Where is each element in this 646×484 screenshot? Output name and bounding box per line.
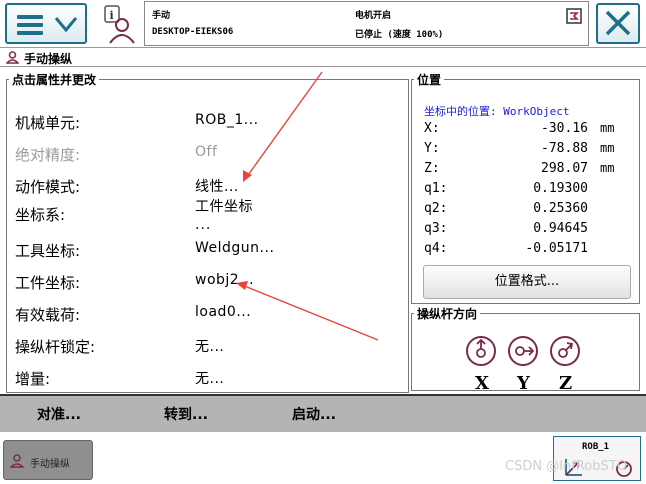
properties-legend: 点击属性并更改: [12, 73, 97, 87]
property-value-continuation: ...: [195, 217, 212, 233]
position-row-q2: q2: 0.25360: [424, 199, 634, 219]
mechanical-unit-label: ROB_1: [582, 442, 610, 452]
joystick-x-icon: [466, 336, 496, 366]
position-value: 0.94645: [533, 221, 588, 236]
property-label: 机械单元:: [15, 114, 81, 132]
position-value: -78.88: [541, 141, 588, 156]
position-key: q3:: [424, 221, 448, 236]
property-label: 工具坐标:: [15, 242, 81, 260]
position-format-button[interactable]: 位置格式...: [423, 265, 631, 299]
position-row-z: Z: 298.07 mm: [424, 159, 634, 179]
position-value: -30.16: [541, 121, 588, 136]
joystick-z-icon: [550, 336, 580, 366]
position-row-q3: q3: 0.94645: [424, 219, 634, 239]
property-value: Weldgun...: [195, 240, 275, 256]
activate-button[interactable]: 启动...: [292, 404, 336, 424]
property-label: 动作模式:: [15, 178, 81, 196]
joystick-direction-group: 操纵杆方向 X Y Z: [411, 305, 640, 394]
property-row-joystick-lock[interactable]: 操纵杆锁定: 无...: [15, 332, 405, 360]
properties-group: 点击属性并更改 机械单元: ROB_1... 绝对精度: Off 动作模式: 线…: [6, 71, 409, 393]
page-header: 手动操纵: [0, 47, 646, 67]
status-bar[interactable]: 手动 DESKTOP-EIEKS06 电机开启 已停止 (速度 100%): [144, 1, 589, 46]
jogging-task-label: 手动操纵: [30, 459, 70, 470]
event-log-icon[interactable]: [566, 8, 582, 24]
jogging-task-button[interactable]: 手动操纵: [3, 440, 93, 480]
command-bar: 对准... 转到... 启动...: [0, 394, 646, 432]
joystick-x-label: X: [475, 373, 489, 394]
svg-text:i: i: [110, 9, 114, 22]
position-key: X:: [424, 121, 440, 136]
property-value: wobj2...: [195, 272, 255, 288]
mode-text: 手动: [152, 11, 171, 21]
property-label: 增量:: [15, 370, 51, 388]
property-label: 有效载荷:: [15, 306, 81, 324]
position-frame-label: 坐标中的位置: WorkObject: [424, 105, 570, 118]
property-label: 工件坐标:: [15, 274, 81, 292]
property-label: 绝对精度:: [15, 146, 81, 164]
position-key: q4:: [424, 241, 448, 256]
joystick-legend: 操纵杆方向: [417, 307, 478, 321]
system-name-text: DESKTOP-EIEKS06: [152, 27, 234, 37]
operator-info-icon[interactable]: i: [97, 5, 139, 45]
program-state-text: 已停止 (速度 100%): [355, 30, 444, 40]
property-value: load0...: [195, 304, 252, 320]
property-value: ROB_1...: [195, 112, 259, 128]
property-value: Off: [195, 144, 218, 160]
jogging-icon: [6, 51, 19, 64]
property-value: 无...: [195, 371, 225, 387]
task-bar: 手动操纵 ROB_1: [0, 432, 646, 484]
property-row-mechanical-unit[interactable]: 机械单元: ROB_1...: [15, 108, 405, 136]
align-button[interactable]: 对准...: [37, 404, 81, 424]
joystick-y-label: Y: [517, 373, 530, 394]
position-key: q1:: [424, 181, 448, 196]
property-row-tool[interactable]: 工具坐标: Weldgun...: [15, 236, 405, 264]
property-row-absolute-accuracy: 绝对精度: Off: [15, 140, 405, 168]
hamburger-icon: [17, 15, 43, 35]
close-icon: [605, 10, 631, 36]
joystick-y-icon: [508, 336, 538, 366]
property-row-payload[interactable]: 有效载荷: load0...: [15, 300, 405, 328]
chevron-down-icon: [54, 17, 78, 33]
position-group: 位置 坐标中的位置: WorkObject X: -30.16 mm Y: -7…: [411, 71, 640, 304]
main-menu-button[interactable]: [5, 3, 87, 44]
property-row-coordinate-system[interactable]: 坐标系: 工件坐标 ...: [15, 196, 405, 236]
property-label: 操纵杆锁定:: [15, 338, 96, 356]
position-value: 0.19300: [533, 181, 588, 196]
position-value: -0.05171: [525, 241, 588, 256]
position-row-q1: q1: 0.19300: [424, 179, 634, 199]
position-legend: 位置: [417, 73, 442, 87]
position-row-x: X: -30.16 mm: [424, 119, 634, 139]
position-row-q4: q4: -0.05171: [424, 239, 634, 259]
property-row-increment[interactable]: 增量: 无...: [15, 364, 405, 392]
close-button[interactable]: [596, 3, 640, 44]
position-key: q2:: [424, 201, 448, 216]
position-key: Z:: [424, 161, 440, 176]
position-key: Y:: [424, 141, 440, 156]
jogging-icon: [10, 454, 24, 468]
position-value: 298.07: [541, 161, 588, 176]
property-value: 工件坐标: [195, 199, 253, 215]
goto-button[interactable]: 转到...: [164, 404, 208, 424]
joystick-z-label: Z: [559, 373, 573, 394]
position-unit: mm: [600, 161, 615, 175]
top-bar: i 手动 DESKTOP-EIEKS06 电机开启 已停止 (速度 100%): [0, 0, 646, 47]
page-title: 手动操纵: [24, 52, 73, 66]
jogging-panel: 点击属性并更改 机械单元: ROB_1... 绝对精度: Off 动作模式: 线…: [0, 67, 646, 394]
property-value: 无...: [195, 339, 225, 355]
property-row-work-object[interactable]: 工件坐标: wobj2...: [15, 268, 405, 296]
property-label: 坐标系:: [15, 206, 66, 224]
position-row-y: Y: -78.88 mm: [424, 139, 634, 159]
position-unit: mm: [600, 121, 615, 135]
watermark: CSDN @InfRobSTO: [505, 459, 627, 474]
position-unit: mm: [600, 141, 615, 155]
motor-status-text: 电机开启: [355, 11, 392, 21]
property-value: 线性...: [195, 179, 239, 195]
position-value: 0.25360: [533, 201, 588, 216]
